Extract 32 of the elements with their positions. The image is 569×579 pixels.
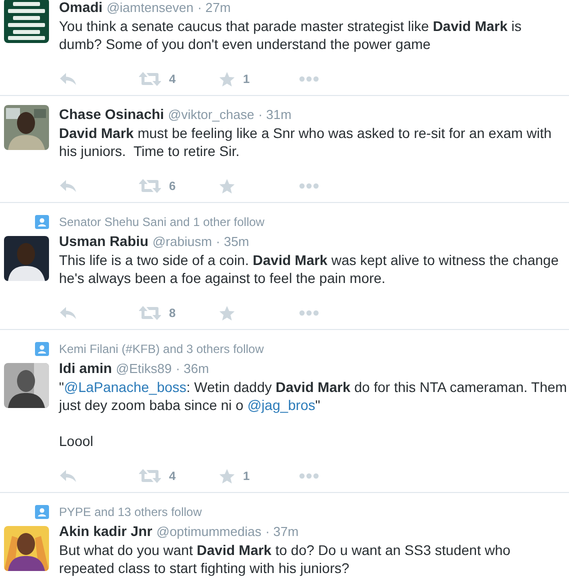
- user-handle[interactable]: @rabiusm: [152, 233, 212, 251]
- favorite-count: 1: [243, 72, 250, 86]
- tweet-time[interactable]: · 36m: [176, 360, 209, 378]
- mention-link[interactable]: @LaPanache_boss: [64, 379, 186, 395]
- tweet-time[interactable]: · 35m: [216, 233, 250, 251]
- user-name[interactable]: Usman Rabiu: [59, 232, 148, 250]
- tweet-text: David Mark must be feeling like a Snr who was asked to re-sit for an exam with his juniors. Time to retire Sir.: [59, 124, 553, 160]
- tweet-time[interactable]: · 27m: [197, 0, 231, 17]
- user-handle[interactable]: @optimummedias: [156, 523, 262, 541]
- retweet-count: 4: [169, 469, 176, 483]
- user-handle[interactable]: @viktor_chase: [168, 106, 254, 124]
- user-name[interactable]: Chase Osinachi: [59, 105, 164, 123]
- user-name[interactable]: Omadi: [59, 0, 103, 16]
- user-name[interactable]: Idi amin: [59, 359, 112, 377]
- favorite-count: 1: [243, 469, 250, 483]
- user-handle[interactable]: @iamtenseven: [106, 0, 194, 17]
- user-name[interactable]: Akin kadir Jnr: [59, 522, 152, 540]
- user-handle[interactable]: @Etiks89: [116, 360, 172, 378]
- follow-context: Kemi Filani (#KFB) and 3 others follow: [59, 341, 265, 358]
- retweet-count: 8: [169, 306, 176, 320]
- tweet-text: But what do you want David Mark to do? Do u want an SS3 student who repeated class to start fighting with his juniors?: [59, 541, 512, 577]
- mention-link[interactable]: @jag_bros: [247, 397, 316, 413]
- tweet-text: "@LaPanache_boss: Wetin daddy David Mark do for this NTA cameraman. Them just dey zoom baba since ni o @jag_bros": [59, 378, 567, 414]
- tweet-text: This life is a two side of a coin. David Mark was kept alive to witness the change he's always been a foe against to feel the pain more.: [59, 251, 560, 287]
- retweet-count: 4: [169, 72, 176, 86]
- tweet-time[interactable]: · 37m: [265, 523, 299, 541]
- follow-context: Senator Shehu Sani and 1 other follow: [59, 214, 266, 231]
- retweet-count: 6: [169, 179, 176, 193]
- tweet-text: You think a senate caucus that parade master strategist like David Mark is dumb? Some of you don't even understand the power game: [59, 17, 523, 53]
- tweet-text: Loool: [59, 432, 94, 450]
- follow-context: PYPE and 13 others follow: [59, 504, 203, 521]
- tweet-time[interactable]: · 31m: [258, 106, 292, 124]
